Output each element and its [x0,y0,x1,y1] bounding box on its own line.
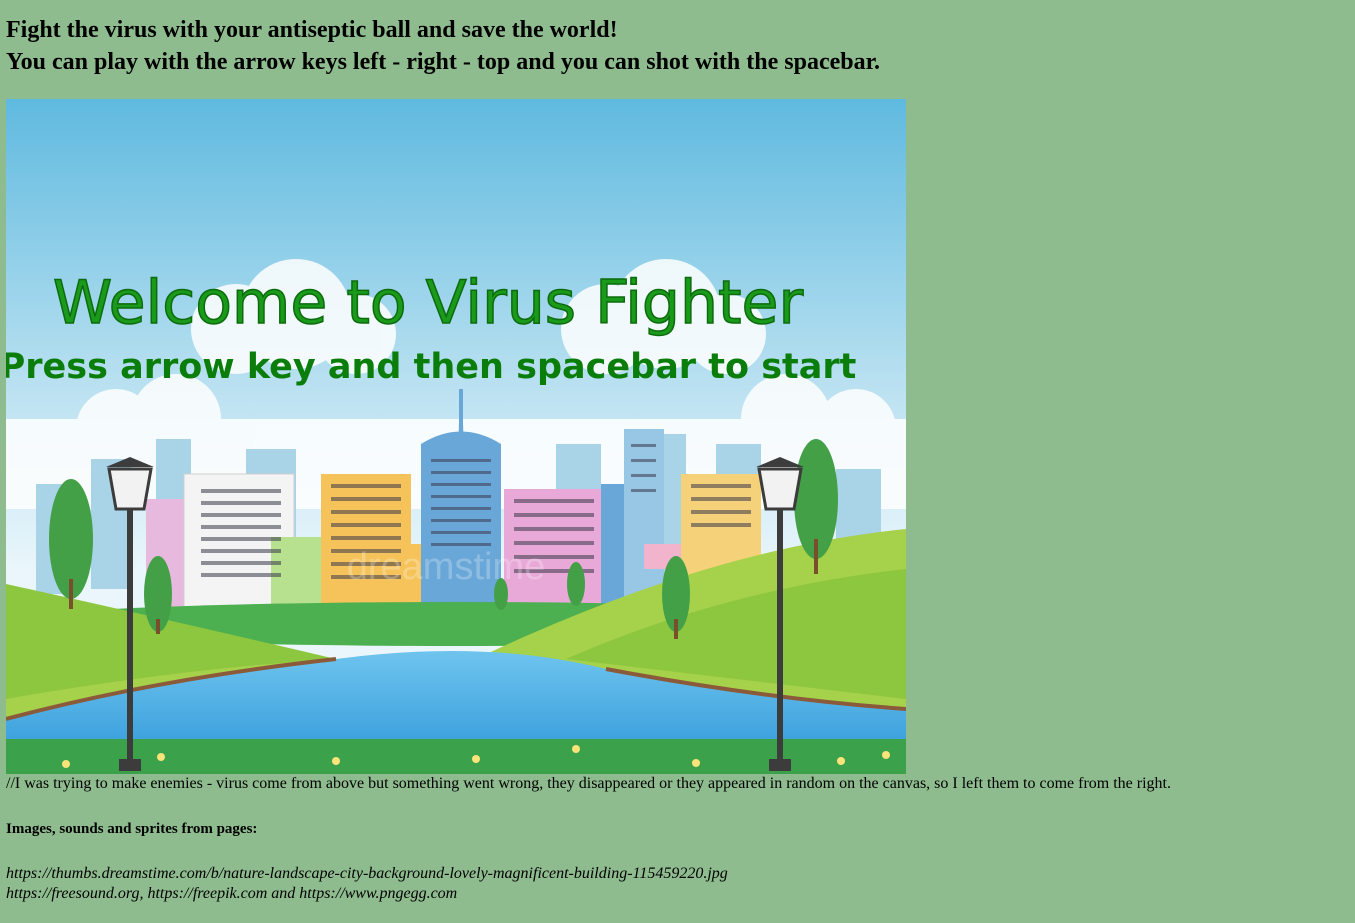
watermark-text: dreamstime [347,546,546,588]
credits-heading: Images, sounds and sprites from pages: [6,821,258,837]
intro-heading: Fight the virus with your antiseptic bal… [6,14,1349,78]
credit-link-dreamstime: https://thumbs.dreamstime.com/b/nature-l… [6,865,728,882]
credit-link-others: https://freesound.org, https://freepik.c… [6,885,458,902]
game-subtitle: Press arrow key and then spacebar to sta… [6,347,856,387]
intro-line-2: You can play with the arrow keys left - … [6,49,881,75]
credits-links: https://thumbs.dreamstime.com/b/nature-l… [6,864,1349,904]
intro-line-1: Fight the virus with your antiseptic bal… [6,17,618,43]
developer-note: //I was trying to make enemies - virus c… [6,775,1171,792]
game-title: Welcome to Virus Fighter [53,268,804,338]
page: Fight the virus with your antiseptic bal… [0,14,1355,904]
game-canvas[interactable]: dreamstime Welcome to Virus Fighter Pres… [6,99,906,774]
start-screen-illustration: dreamstime Welcome to Virus Fighter Pres… [6,99,906,774]
